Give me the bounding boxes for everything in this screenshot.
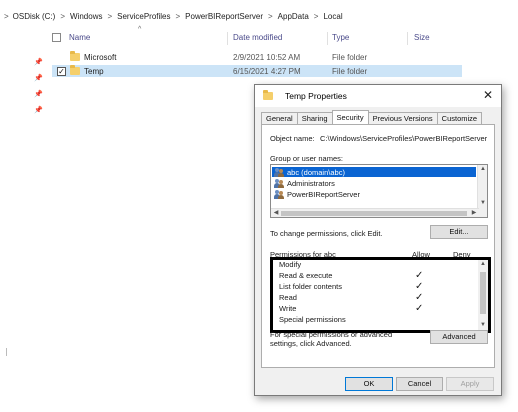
- close-icon[interactable]: ✕: [483, 89, 493, 101]
- user-group-icon: [274, 189, 284, 199]
- folder-icon: [263, 90, 273, 100]
- checkmark-icon: ✓: [415, 303, 424, 314]
- user-name: abc (domain\abc): [287, 167, 345, 177]
- folder-icon: [70, 65, 80, 75]
- dialog-title-bar[interactable]: Temp Properties ✕: [255, 85, 501, 107]
- list-item-user-powerbireportserver[interactable]: PowerBIReportServer: [272, 189, 476, 199]
- list-item-user-administrators[interactable]: Administrators: [272, 178, 476, 188]
- breadcrumb-chevron-icon[interactable]: >: [4, 12, 9, 21]
- breadcrumb-separator-icon[interactable]: >: [60, 12, 65, 21]
- tab-security[interactable]: Security: [331, 110, 369, 124]
- scroll-down-arrow-icon[interactable]: ▼: [478, 321, 488, 330]
- column-divider[interactable]: [227, 32, 228, 45]
- tab-customize[interactable]: Customize: [436, 112, 483, 124]
- breadcrumb: > OSDisk (C:) > Windows > ServiceProfile…: [0, 8, 518, 24]
- permission-row-read-execute: Read & execute ✓: [279, 270, 469, 281]
- file-row-temp[interactable]: ✓ Temp 6/15/2021 4:27 PM File folder: [52, 65, 462, 77]
- checkmark-icon: ✓: [415, 281, 424, 292]
- ok-button[interactable]: OK: [345, 377, 393, 391]
- column-divider[interactable]: [407, 32, 408, 45]
- select-all-checkbox[interactable]: [52, 33, 61, 42]
- breadcrumb-item-appdata[interactable]: AppData: [278, 12, 309, 21]
- column-header-name[interactable]: Name: [69, 33, 90, 42]
- divider: [6, 348, 7, 356]
- advanced-button[interactable]: Advanced: [430, 330, 488, 344]
- breadcrumb-separator-icon[interactable]: >: [314, 12, 319, 21]
- permission-name: List folder contents: [279, 282, 342, 291]
- file-name: Temp: [84, 67, 104, 76]
- checkmark-icon: ✓: [415, 292, 424, 303]
- breadcrumb-item-local[interactable]: Local: [323, 12, 342, 21]
- dialog-title: Temp Properties: [285, 91, 347, 101]
- breadcrumb-item-windows[interactable]: Windows: [70, 12, 102, 21]
- object-name-value: C:\Windows\ServiceProfiles\PowerBIReport…: [320, 134, 488, 143]
- apply-button[interactable]: Apply: [446, 377, 494, 391]
- column-header-date-modified[interactable]: Date modified: [233, 33, 282, 42]
- permissions-list: Modify Read & execute ✓ List folder cont…: [270, 257, 491, 333]
- pin-icon[interactable]: 📌: [34, 74, 43, 82]
- pin-icon[interactable]: 📌: [34, 106, 43, 114]
- security-panel: Object name: C:\Windows\ServiceProfiles\…: [261, 124, 495, 368]
- object-name-label: Object name:: [270, 134, 315, 143]
- column-headers: Name ^ Date modified Type Size: [52, 26, 518, 45]
- file-row-microsoft[interactable]: Microsoft 2/9/2021 10:52 AM File folder: [52, 51, 462, 63]
- properties-dialog: Temp Properties ✕ General Sharing Securi…: [254, 84, 502, 396]
- file-date: 2/9/2021 10:52 AM: [233, 53, 301, 62]
- group-names-label: Group or user names:: [270, 154, 343, 163]
- cancel-button[interactable]: Cancel: [396, 377, 443, 391]
- user-name: Administrators: [287, 178, 335, 188]
- breadcrumb-separator-icon[interactable]: >: [268, 12, 273, 21]
- column-divider[interactable]: [327, 32, 328, 45]
- tab-general[interactable]: General: [261, 112, 298, 124]
- tab-previous-versions[interactable]: Previous Versions: [367, 112, 438, 124]
- breadcrumb-separator-icon[interactable]: >: [107, 12, 112, 21]
- breadcrumb-item-osdisk[interactable]: OSDisk (C:): [13, 12, 56, 21]
- dialog-tabs: General Sharing Security Previous Versio…: [261, 110, 483, 124]
- checkmark-icon: ✓: [415, 270, 424, 281]
- file-name: Microsoft: [84, 53, 117, 62]
- pin-icon[interactable]: 📌: [34, 90, 43, 98]
- scroll-down-arrow-icon[interactable]: ▼: [478, 199, 487, 208]
- permissions-scrollbar[interactable]: ▲ ▼: [478, 260, 488, 330]
- breadcrumb-item-powerbireportserver[interactable]: PowerBIReportServer: [185, 12, 263, 21]
- user-name: PowerBIReportServer: [287, 189, 360, 199]
- scrollbar-thumb[interactable]: [480, 272, 486, 314]
- user-list[interactable]: abc (domain\abc) Administrators PowerBIR…: [270, 164, 488, 218]
- tab-sharing[interactable]: Sharing: [296, 112, 333, 124]
- change-permissions-text: To change permissions, click Edit.: [270, 229, 383, 238]
- breadcrumb-separator-icon[interactable]: >: [176, 12, 181, 21]
- file-type: File folder: [332, 53, 368, 62]
- sort-ascending-icon: ^: [138, 26, 142, 33]
- user-group-icon: [274, 167, 284, 177]
- folder-icon: [70, 51, 80, 61]
- user-list-horizontal-scrollbar[interactable]: ◀ ▶: [271, 208, 479, 217]
- file-date: 6/15/2021 4:27 PM: [233, 67, 301, 76]
- permission-row-read: Read ✓: [279, 292, 469, 303]
- row-checkbox[interactable]: ✓: [57, 67, 66, 76]
- permission-row-list-folder-contents: List folder contents ✓: [279, 281, 469, 292]
- column-header-size[interactable]: Size: [414, 33, 430, 42]
- pin-icon[interactable]: 📌: [34, 58, 43, 66]
- permission-name: Read & execute: [279, 271, 333, 280]
- file-type: File folder: [332, 67, 368, 76]
- scrollbar-thumb[interactable]: [281, 211, 467, 216]
- edit-button[interactable]: Edit...: [430, 225, 488, 239]
- scroll-right-arrow-icon[interactable]: ▶: [469, 209, 479, 217]
- permission-name: Write: [279, 304, 297, 313]
- permission-row-write: Write ✓: [279, 303, 469, 314]
- user-group-icon: [274, 178, 284, 188]
- scroll-up-arrow-icon[interactable]: ▲: [478, 165, 487, 174]
- permission-name: Special permissions: [279, 315, 346, 324]
- permission-row-modify: Modify: [279, 260, 469, 270]
- breadcrumb-item-serviceprofiles[interactable]: ServiceProfiles: [117, 12, 170, 21]
- scroll-left-arrow-icon[interactable]: ◀: [271, 209, 281, 217]
- permission-name: Read: [279, 293, 297, 302]
- permission-name: Modify: [279, 260, 302, 269]
- scroll-up-arrow-icon[interactable]: ▲: [478, 260, 488, 269]
- special-permissions-text: For special permissions or advanced sett…: [270, 330, 393, 348]
- permission-row-special-permissions: Special permissions: [279, 314, 469, 325]
- column-header-type[interactable]: Type: [332, 33, 349, 42]
- list-item-user-abc[interactable]: abc (domain\abc): [272, 167, 476, 177]
